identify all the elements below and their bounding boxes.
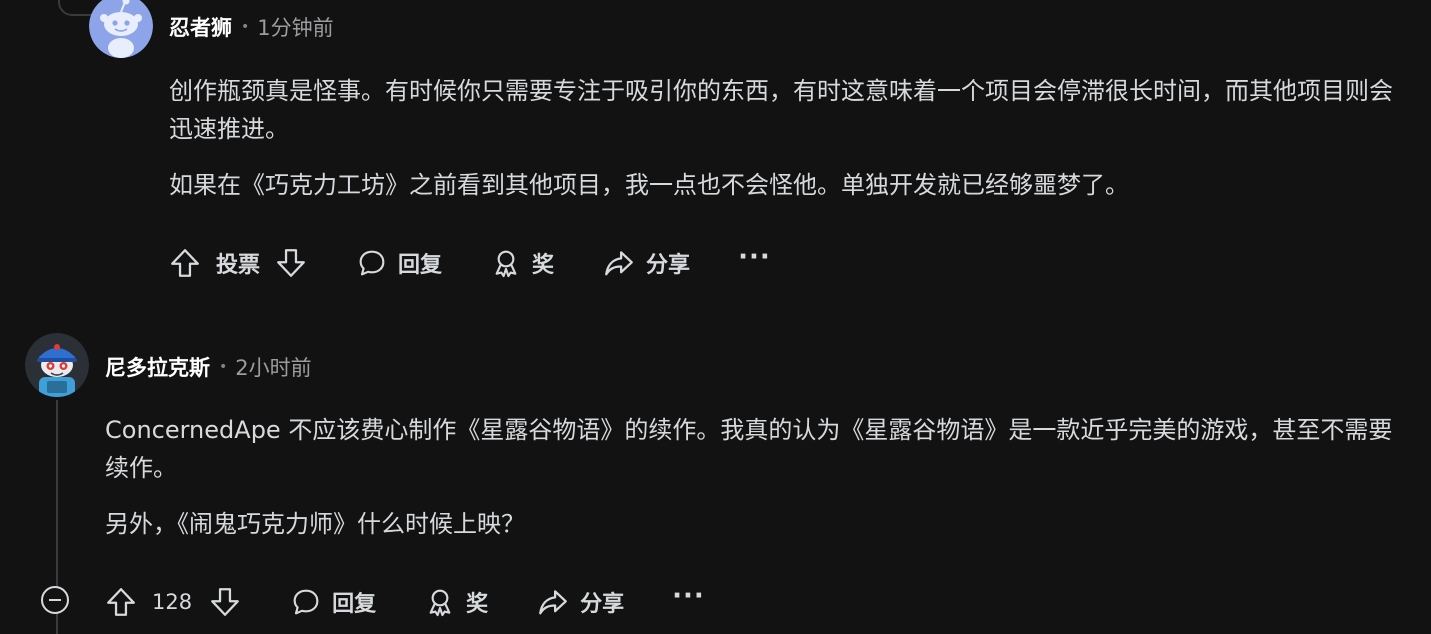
- comment-actions: 投票 回复 奖 分享 ···: [168, 243, 771, 283]
- collapse-thread-button[interactable]: [41, 586, 69, 614]
- comment-paragraph: 另外，《闹鬼巧克力师》什么时候上映？: [105, 510, 525, 538]
- comment-paragraph: 创作瓶颈真是怪事。有时候你只需要专注于吸引你的东西，有时这意味着一个项目会停滞很…: [169, 77, 1393, 143]
- share-button[interactable]: 分享: [602, 246, 690, 280]
- snoo-avatar-icon: [25, 333, 89, 397]
- comment-paragraph: 如果在《巧克力工坊》之前看到其他项目，我一点也不会怪他。单独开发就已经够噩梦了。: [169, 171, 1129, 199]
- meta-separator: •: [241, 19, 250, 35]
- reply-label: 回复: [332, 592, 377, 617]
- award-button[interactable]: 奖: [490, 247, 554, 279]
- share-button[interactable]: 分享: [536, 585, 624, 619]
- vote-count: 128: [152, 590, 193, 614]
- author-name[interactable]: 尼多拉克斯: [105, 352, 210, 382]
- speech-bubble-icon: [359, 250, 385, 276]
- comment-meta: 尼多拉克斯 • 2小时前: [105, 352, 312, 382]
- author-name[interactable]: 忍者狮: [169, 12, 232, 42]
- award-ribbon-icon: [429, 589, 451, 617]
- downvote-button[interactable]: [208, 585, 242, 619]
- comment-paragraph: ConcernedApe 不应该费心制作《星露谷物语》的续作。我真的认为《星露谷…: [105, 416, 1393, 482]
- avatar[interactable]: [25, 333, 89, 397]
- snoo-avatar-icon: [89, 0, 153, 58]
- reply-button[interactable]: 回复: [356, 247, 442, 279]
- avatar[interactable]: [89, 0, 153, 58]
- arrow-up-icon: [107, 588, 135, 616]
- comment-thread: 忍者狮 • 1分钟前 创作瓶颈真是怪事。有时候你只需要专注于吸引你的东西，有时这…: [0, 0, 1431, 634]
- reply-label: 回复: [398, 253, 443, 278]
- share-label: 分享: [580, 592, 625, 617]
- vote-group: 投票: [168, 246, 308, 280]
- comment-actions: 128 回复 奖 分享 ···: [104, 582, 705, 622]
- timestamp[interactable]: 1分钟前: [257, 12, 333, 42]
- award-ribbon-icon: [495, 250, 517, 278]
- share-label: 分享: [646, 253, 691, 278]
- upvote-button[interactable]: [168, 246, 202, 280]
- more-options-button[interactable]: ···: [738, 244, 771, 282]
- more-options-button[interactable]: ···: [672, 583, 705, 621]
- comment-meta: 忍者狮 • 1分钟前: [169, 12, 334, 42]
- comment: 尼多拉克斯 • 2小时前 ConcernedApe 不应该费心制作《星露谷物语》…: [0, 330, 1431, 634]
- minus-circle-icon: [49, 599, 61, 601]
- reply-button[interactable]: 回复: [290, 586, 376, 618]
- arrow-down-icon: [277, 249, 305, 277]
- award-label: 奖: [466, 592, 489, 617]
- arrow-up-icon: [171, 249, 199, 277]
- vote-group: 128: [104, 585, 242, 619]
- speech-bubble-icon: [293, 589, 319, 615]
- upvote-button[interactable]: [104, 585, 138, 619]
- arrow-down-icon: [211, 588, 239, 616]
- share-arrow-icon: [605, 251, 633, 276]
- meta-separator: •: [219, 359, 228, 375]
- award-button[interactable]: 奖: [424, 586, 488, 618]
- timestamp[interactable]: 2小时前: [235, 352, 311, 382]
- share-arrow-icon: [539, 590, 568, 615]
- comment-body: ConcernedApe 不应该费心制作《星露谷物语》的续作。我真的认为《星露谷…: [105, 411, 1405, 543]
- vote-label: 投票: [216, 253, 261, 278]
- downvote-button[interactable]: [274, 246, 308, 280]
- comment: 忍者狮 • 1分钟前 创作瓶颈真是怪事。有时候你只需要专注于吸引你的东西，有时这…: [0, 0, 1431, 300]
- award-label: 奖: [532, 253, 555, 278]
- comment-body: 创作瓶颈真是怪事。有时候你只需要专注于吸引你的东西，有时这意味着一个项目会停滞很…: [169, 72, 1409, 204]
